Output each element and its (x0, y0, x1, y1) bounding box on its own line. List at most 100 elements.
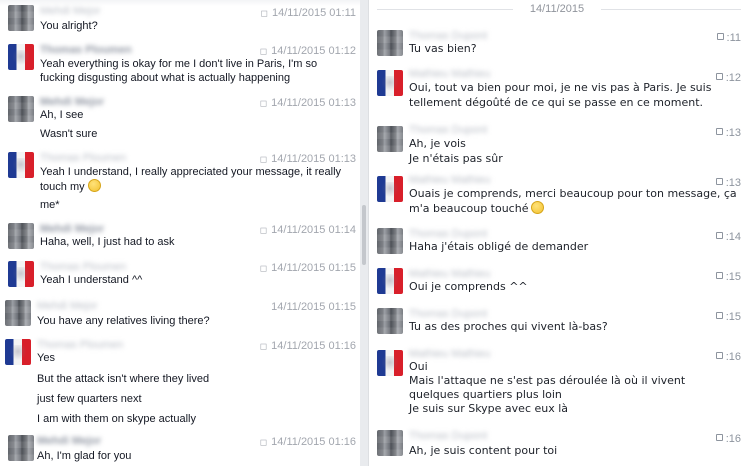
message-group: Thomas Dupont :14 Haha j'étais obligé de… (369, 226, 746, 260)
date-label: 14/11/2015 (529, 3, 585, 15)
seen-icon: ◻ (259, 225, 268, 235)
avatar[interactable] (377, 350, 403, 376)
avatar[interactable] (377, 126, 403, 152)
sender-name[interactable]: Mathieu Mathieu (409, 174, 490, 186)
message-text: But the attack isn't where they lived (37, 373, 210, 385)
message-timestamp: :11 (716, 32, 741, 44)
seen-icon (715, 312, 723, 319)
avatar[interactable] (8, 152, 34, 178)
message-text: Ouais je comprends, merci beaucoup pour … (409, 187, 737, 200)
message-text: Yeah I understand ^^ (40, 274, 143, 286)
message-text: Oui (409, 360, 428, 373)
message-group: Thomas Ploumen ◻ 14/11/2015 01:16 Yes But… (0, 336, 360, 428)
avatar[interactable] (8, 261, 34, 287)
seen-icon (716, 33, 724, 40)
message-text: Ah, je vois (409, 137, 466, 150)
message-timestamp: :14 (715, 231, 741, 243)
message-group: Mehdi Mejor ◻ 14/11/2015 01:14 Haha, well… (0, 220, 360, 256)
message-text: Ah, I'm glad for you (37, 450, 132, 462)
avatar[interactable] (377, 308, 403, 334)
sender-name[interactable]: Thomas Ploumen (40, 152, 126, 164)
sender-name[interactable]: Thomas Ploumen (37, 339, 123, 351)
sender-name[interactable]: Thomas Dupont (409, 30, 487, 42)
seen-icon (715, 232, 723, 239)
avatar[interactable] (377, 268, 403, 294)
message-text: Yes (37, 352, 55, 364)
seen-icon: ◻ (259, 98, 268, 108)
avatar[interactable] (5, 300, 31, 326)
sender-name[interactable]: Mehdi Mejor (37, 300, 98, 312)
message-text: Tu vas bien? (409, 42, 477, 55)
message-text: Mais l'attaque ne s'est pas déroulée là … (409, 374, 686, 387)
message-text: Ah, je suis content pour toi (409, 444, 558, 457)
separator-rule (601, 9, 741, 10)
message-timestamp: ◻ 14/11/2015 01:13 (259, 153, 356, 165)
avatar[interactable] (377, 70, 403, 96)
sender-name[interactable]: Thomas Dupont (409, 228, 487, 240)
message-timestamp: ◻ 14/11/2015 01:12 (259, 45, 356, 57)
message-group: Mathieu Mathieu :13 Ouais je comprends, … (369, 172, 746, 222)
avatar[interactable] (377, 430, 403, 456)
seen-icon (715, 73, 723, 80)
scrollbar[interactable] (360, 0, 368, 466)
seen-icon (715, 272, 723, 279)
sender-name[interactable]: Mathieu Mathieu (409, 348, 490, 360)
message-timestamp: 14/11/2015 01:15 (271, 301, 356, 313)
seen-icon: ◻ (259, 154, 268, 164)
message-timestamp: :16 (715, 351, 741, 363)
avatar[interactable] (8, 96, 34, 122)
sender-name[interactable]: Mathieu Mathieu (409, 268, 490, 280)
sender-name[interactable]: Mathieu Mathieu (409, 68, 490, 80)
message-timestamp: ◻ 14/11/2015 01:13 (259, 97, 356, 109)
sender-name[interactable]: Mehdi Mejor (40, 96, 104, 108)
avatar[interactable] (8, 5, 34, 31)
message-group: Thomas Dupont :16 Ah, je suis content po… (369, 428, 746, 466)
message-group: Mehdi Mejor ◻ 14/11/2015 01:11 You alrigh… (0, 0, 360, 40)
message-group: Thomas Ploumen ◻ 14/11/2015 01:15 Yeah I … (0, 258, 360, 292)
sender-name[interactable]: Thomas Dupont (409, 430, 487, 442)
message-text: Haha, well, I just had to ask (40, 236, 175, 248)
seen-icon: ◻ (259, 437, 268, 447)
message-timestamp: :15 (715, 271, 741, 283)
sender-name[interactable]: Mehdi Mejor (40, 223, 104, 235)
sender-name[interactable]: Thomas Ploumen (40, 261, 126, 273)
message-text: Wasn't sure (40, 128, 98, 140)
sender-name[interactable]: Mehdi Mejor (40, 5, 101, 17)
message-group: Mehdi Mejor ◻ 14/11/2015 01:13 Ah, I see … (0, 92, 360, 148)
message-timestamp: ◻ 14/11/2015 01:16 (259, 436, 356, 448)
avatar[interactable] (8, 223, 34, 249)
seen-icon (715, 352, 723, 359)
seen-icon: ◻ (259, 263, 268, 273)
avatar[interactable] (377, 228, 403, 254)
message-text: Oui, tout va bien pour moi, je ne vis pa… (409, 81, 712, 94)
left-chat-pane[interactable]: Mehdi Mejor ◻ 14/11/2015 01:11 You alrigh… (0, 0, 360, 466)
smiley-emoji-icon (531, 201, 545, 214)
avatar[interactable] (8, 44, 34, 70)
avatar[interactable] (377, 30, 403, 56)
message-text: quelques quartiers plus loin (409, 388, 562, 401)
avatar[interactable] (377, 176, 403, 202)
message-group: Mathieu Mathieu :15 Oui je comprends ^^ (369, 266, 746, 300)
message-text: You alright? (40, 20, 98, 32)
right-chat-pane[interactable]: 14/11/2015 Thomas Dupont :11 Tu vas bien… (368, 0, 746, 466)
sender-name[interactable]: Thomas Ploumen (40, 44, 132, 56)
avatar[interactable] (5, 339, 31, 365)
avatar[interactable] (8, 435, 34, 461)
message-timestamp: :12 (715, 72, 741, 84)
seen-icon: ◻ (259, 341, 268, 351)
seen-icon (715, 434, 723, 441)
message-group: Mehdi Mejor 14/11/2015 01:15 You have an… (0, 298, 360, 334)
separator-rule (377, 9, 513, 10)
message-text: Je suis sur Skype avec eux là (409, 402, 569, 415)
message-group: Mathieu Mathieu :12 Oui, tout va bien po… (369, 66, 746, 116)
message-text: Tu as des proches qui vivent là-bas? (409, 320, 608, 333)
seen-icon (715, 178, 723, 185)
message-timestamp: ◻ 14/11/2015 01:11 (260, 7, 357, 19)
scrollbar-thumb[interactable] (362, 205, 366, 265)
seen-icon: ◻ (259, 46, 268, 56)
message-text: You have any relatives living there? (37, 315, 210, 327)
sender-name[interactable]: Thomas Dupont (409, 308, 487, 320)
message-text: Yeah everything is okay for me I don't l… (40, 58, 318, 70)
sender-name[interactable]: Mehdi Mejor (37, 435, 101, 447)
sender-name[interactable]: Thomas Dupont (409, 124, 487, 136)
